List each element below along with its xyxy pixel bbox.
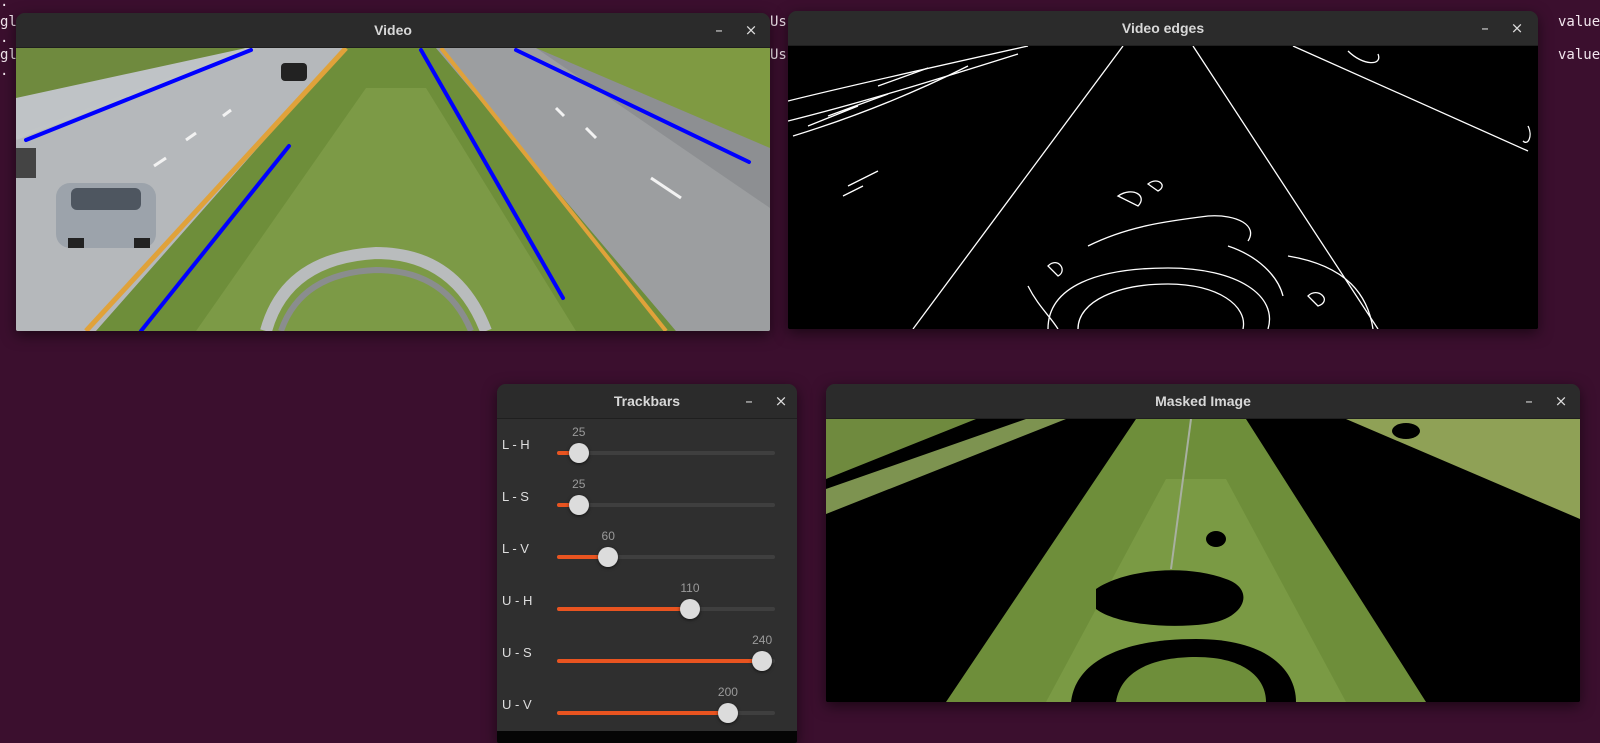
video-edges-window[interactable]: Video edges – × <box>788 11 1538 329</box>
terminal-line: gl <box>0 14 17 30</box>
minimize-button[interactable]: – <box>708 19 730 41</box>
video-titlebar[interactable]: Video – × <box>16 13 770 48</box>
masked-grass-image <box>826 419 1580 702</box>
terminal-line: . <box>0 63 9 79</box>
close-button[interactable]: × <box>1506 17 1528 39</box>
trackbar-slider[interactable] <box>557 607 775 611</box>
close-button[interactable]: × <box>740 19 762 41</box>
trackbar-label: U - H <box>502 593 533 608</box>
trackbar-label: L - S <box>502 489 529 504</box>
trackbar-row: U - H 110 <box>497 581 797 635</box>
trackbar-image-strip <box>497 731 797 743</box>
trackbar-slider[interactable] <box>557 711 775 715</box>
trackbar-slider[interactable] <box>557 659 775 663</box>
car-silhouette <box>56 183 156 248</box>
trackbar-value: 200 <box>717 685 738 699</box>
minimize-button[interactable]: – <box>738 390 760 412</box>
terminal-line: value <box>1558 47 1600 63</box>
trackbar-row: U - S 240 <box>497 633 797 687</box>
masked-image-window[interactable]: Masked Image – × <box>826 384 1580 702</box>
trackbar-value: 240 <box>752 633 773 647</box>
window-title: Video edges <box>1121 20 1205 36</box>
trackbars-window[interactable]: Trackbars – × L - H 25 L - S 25 L - V 60 U - H… <box>497 384 797 743</box>
trackbar-row: L - V 60 <box>497 529 797 583</box>
trackbar-handle[interactable] <box>752 651 773 671</box>
trackbar-slider[interactable] <box>557 451 775 455</box>
trackbars-titlebar[interactable]: Trackbars – × <box>497 384 797 419</box>
terminal-line: . <box>0 0 9 10</box>
trackbar-row: L - H 25 <box>497 425 797 479</box>
close-button[interactable]: × <box>770 390 792 412</box>
window-title: Masked Image <box>1155 393 1251 409</box>
edges-titlebar[interactable]: Video edges – × <box>788 11 1538 46</box>
video-window[interactable]: Video – × <box>16 13 770 331</box>
masked-frame <box>826 419 1580 702</box>
minimize-button[interactable]: – <box>1474 17 1496 39</box>
trackbar-label: L - H <box>502 437 530 452</box>
trackbar-fill <box>557 607 690 611</box>
terminal-line: gl <box>0 47 17 63</box>
terminal-line: value <box>1558 14 1600 30</box>
trackbar-slider[interactable] <box>557 555 775 559</box>
trackbar-value: 25 <box>572 477 586 491</box>
trackbar-value: 25 <box>572 425 586 439</box>
window-title: Video <box>374 22 412 38</box>
trackbar-handle[interactable] <box>568 495 589 515</box>
trackbar-handle[interactable] <box>598 547 619 567</box>
trackbar-slider[interactable] <box>557 503 775 507</box>
masked-titlebar[interactable]: Masked Image – × <box>826 384 1580 419</box>
trackbar-handle[interactable] <box>568 443 589 463</box>
trackbar-fill <box>557 711 728 715</box>
highway-video-image <box>16 48 770 331</box>
trackbar-label: L - V <box>502 541 529 556</box>
trackbar-value: 110 <box>680 581 700 595</box>
edge-detection-image <box>788 46 1538 329</box>
trackbars-panel: L - H 25 L - S 25 L - V 60 U - H 110 U - S 240 U -… <box>497 419 797 743</box>
video-frame <box>16 48 770 331</box>
trackbar-label: U - S <box>502 645 532 660</box>
minimize-button[interactable]: – <box>1518 390 1540 412</box>
trackbar-fill <box>557 659 763 663</box>
close-button[interactable]: × <box>1550 390 1572 412</box>
trackbar-handle[interactable] <box>717 703 738 723</box>
trackbar-row: L - S 25 <box>497 477 797 531</box>
edges-frame <box>788 46 1538 329</box>
trackbar-value: 60 <box>601 529 615 543</box>
terminal-line: . <box>0 30 9 46</box>
trackbar-label: U - V <box>502 697 532 712</box>
trackbar-handle[interactable] <box>679 599 700 619</box>
